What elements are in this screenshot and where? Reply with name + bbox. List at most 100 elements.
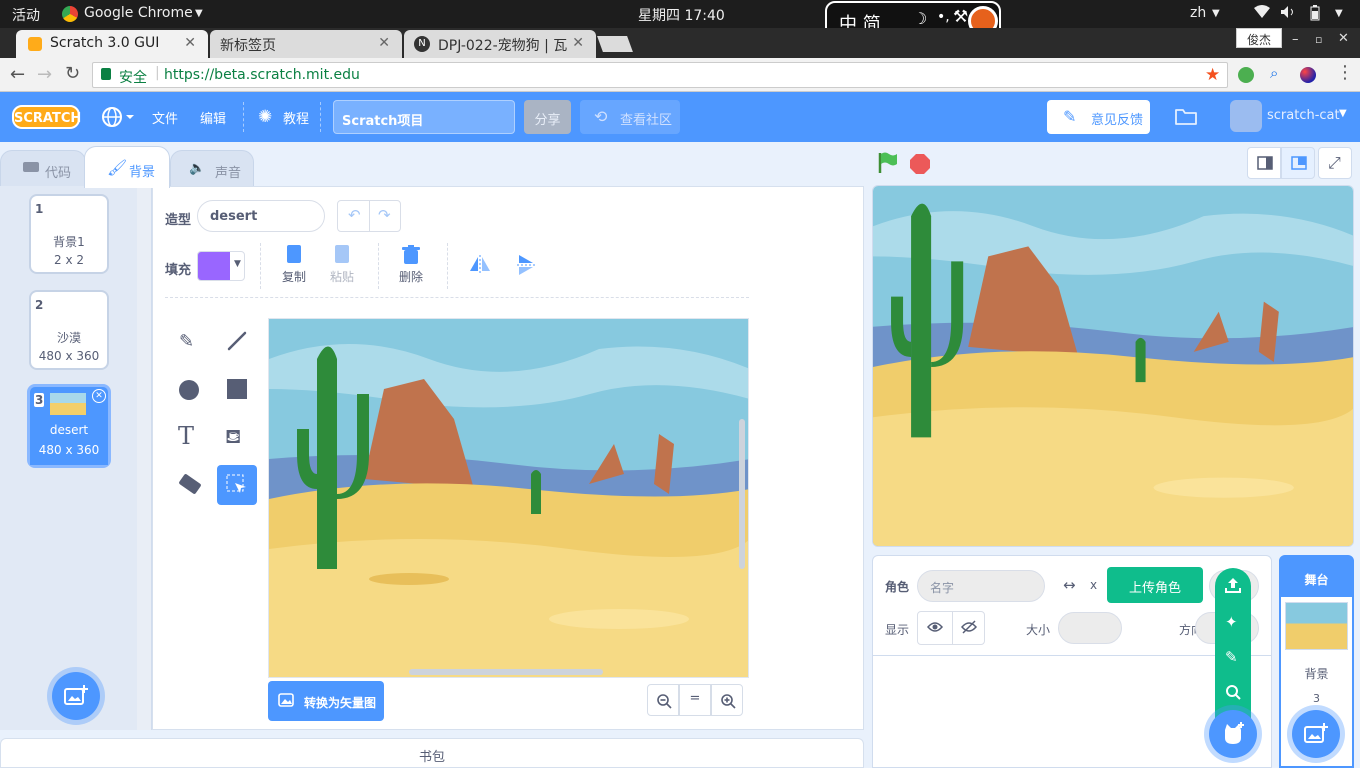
chevron-down-icon: ▼	[195, 8, 203, 19]
file-menu[interactable]: 文件	[152, 108, 178, 127]
close-tab-icon[interactable]: ✕	[184, 35, 196, 51]
tab-sounds[interactable]: 🔈 声音	[170, 150, 254, 186]
canvas-horizontal-scrollbar[interactable]	[409, 669, 603, 675]
reload-icon[interactable]: ↻	[65, 63, 80, 84]
chevron-down-icon: ▼	[234, 259, 241, 269]
rectangle-tool[interactable]	[217, 369, 257, 409]
size-input[interactable]	[1058, 612, 1122, 644]
canvas-vertical-scrollbar[interactable]	[739, 419, 745, 569]
surprise-sparkle-icon[interactable]: ✦	[1225, 613, 1238, 631]
green-flag-icon[interactable]	[876, 150, 900, 174]
zoom-in-button[interactable]	[711, 684, 743, 716]
browser-tab-dpj[interactable]: N DPJ-022-宠物狗 | 瓦 ✕	[404, 30, 596, 58]
delete-costume-icon[interactable]: ✕	[92, 389, 106, 403]
tab-code[interactable]: 代码	[0, 150, 86, 186]
stage[interactable]	[872, 185, 1354, 547]
show-eye-icon[interactable]	[927, 620, 943, 634]
share-button[interactable]: 分享	[524, 100, 571, 134]
backdrop-item[interactable]: 2 沙漠 480 x 360	[29, 290, 109, 370]
chrome-menu-icon[interactable]: ⋮	[1336, 62, 1354, 83]
flip-vertical-icon[interactable]	[517, 254, 535, 276]
paste-button[interactable]: 粘贴	[325, 245, 359, 285]
costume-name-input[interactable]: desert	[197, 200, 325, 232]
choose-backdrop-button[interactable]	[52, 672, 100, 720]
scrollbar[interactable]	[137, 186, 151, 730]
backdrop-item-selected[interactable]: 3 ✕ desert 480 x 360	[27, 384, 111, 468]
stop-icon[interactable]	[909, 153, 931, 175]
close-tab-icon[interactable]: ✕	[572, 35, 584, 51]
tab-sounds-label: 声音	[215, 166, 242, 181]
choose-sprite-button[interactable]	[1209, 710, 1257, 758]
tutorials-menu[interactable]: 教程	[283, 108, 309, 127]
line-tool[interactable]	[217, 321, 257, 361]
eraser-tool[interactable]	[169, 465, 209, 505]
omnibox[interactable]: 安全 | https://beta.scratch.mit.edu ★	[92, 62, 1228, 88]
fullscreen-button[interactable]: ⤢	[1318, 147, 1352, 179]
punctuation-icon: •,	[937, 9, 950, 25]
brush-tool[interactable]: ✎	[169, 321, 209, 361]
forward-icon[interactable]: →	[37, 64, 52, 85]
redo-icon[interactable]: ↷	[378, 206, 391, 224]
search-extension-icon[interactable]: ⌕	[1270, 64, 1278, 82]
bookmark-star-icon[interactable]: ★	[1205, 65, 1220, 85]
convert-to-vector-button[interactable]: 转换为矢量图	[268, 681, 384, 721]
my-stuff-folder-icon[interactable]	[1174, 106, 1198, 126]
text-tool[interactable]: T	[169, 417, 209, 457]
wifi-icon[interactable]	[1254, 5, 1270, 19]
feedback-button[interactable]: ✎ 意见反馈	[1047, 100, 1150, 134]
activities-button[interactable]: 活动	[12, 5, 40, 25]
sprite-name-input[interactable]: 名字	[917, 570, 1045, 602]
scratch-logo[interactable]: SCRATCH	[12, 105, 81, 129]
small-stage-button[interactable]	[1247, 147, 1281, 179]
flip-horizontal-icon[interactable]	[469, 255, 491, 273]
undo-icon[interactable]: ↶	[348, 206, 361, 224]
color-extension-icon[interactable]	[1300, 67, 1316, 83]
close-tab-icon[interactable]: ✕	[378, 35, 390, 51]
language-globe-icon[interactable]	[102, 106, 134, 128]
clock[interactable]: 星期四 17:40	[638, 5, 725, 25]
power-menu-icon[interactable]: ▼	[1335, 8, 1343, 19]
drawing-canvas[interactable]	[268, 318, 749, 678]
app-menu[interactable]: Google Chrome	[84, 5, 193, 21]
delete-button[interactable]: 删除	[394, 245, 428, 285]
profile-button[interactable]: 俊杰	[1236, 28, 1282, 48]
fill-tool[interactable]: ⛾	[217, 417, 257, 457]
search-icon[interactable]	[1225, 684, 1241, 700]
maximize-icon[interactable]: ▫	[1315, 33, 1322, 46]
tab-costumes-label: 背景	[129, 165, 156, 180]
backdrop-item[interactable]: 1 背景1 2 x 2	[29, 194, 109, 274]
edit-menu[interactable]: 编辑	[200, 108, 226, 127]
lightbulb-icon: ✺	[258, 107, 273, 127]
see-community-button[interactable]: ⟲ 查看社区	[580, 100, 680, 134]
new-tab-button[interactable]	[597, 36, 633, 52]
browser-tab-strip: Scratch 3.0 GUI ✕ 新标签页 ✕ N DPJ-022-宠物狗 |…	[0, 28, 1360, 58]
fill-color-picker[interactable]: ▼	[197, 251, 245, 281]
close-window-icon[interactable]: ✕	[1338, 31, 1349, 46]
language-indicator[interactable]: zh	[1190, 5, 1206, 21]
browser-tab-scratch[interactable]: Scratch 3.0 GUI ✕	[16, 30, 208, 58]
backpack-header[interactable]: 书包	[0, 738, 864, 768]
choose-backdrop-stage-button[interactable]	[1292, 710, 1340, 758]
back-icon[interactable]: ←	[10, 64, 25, 85]
upload-icon[interactable]	[1224, 576, 1242, 594]
browser-tab-new[interactable]: 新标签页 ✕	[210, 30, 402, 58]
project-title-input[interactable]: Scratch项目	[333, 100, 515, 134]
zoom-reset-button[interactable]: =	[679, 684, 711, 716]
avatar[interactable]	[1230, 100, 1262, 132]
hide-eye-icon[interactable]	[961, 620, 977, 634]
copy-icon	[287, 245, 301, 263]
convert-label: 转换为矢量图	[304, 696, 377, 710]
volume-icon[interactable]	[1280, 5, 1296, 19]
circle-tool[interactable]	[169, 369, 209, 409]
battery-icon[interactable]	[1310, 5, 1320, 21]
extension-icon[interactable]	[1238, 67, 1254, 83]
large-stage-button[interactable]	[1281, 147, 1315, 179]
url-text[interactable]: https://beta.scratch.mit.edu	[164, 67, 360, 83]
username[interactable]: scratch-cat	[1267, 108, 1340, 123]
minimize-icon[interactable]: –	[1292, 32, 1299, 47]
select-tool[interactable]	[217, 465, 257, 505]
zoom-out-button[interactable]	[647, 684, 679, 716]
tab-costumes[interactable]: 🖌 背景	[84, 146, 170, 188]
paint-brush-icon[interactable]: ✎	[1225, 648, 1238, 666]
copy-button[interactable]: 复制	[277, 245, 311, 285]
